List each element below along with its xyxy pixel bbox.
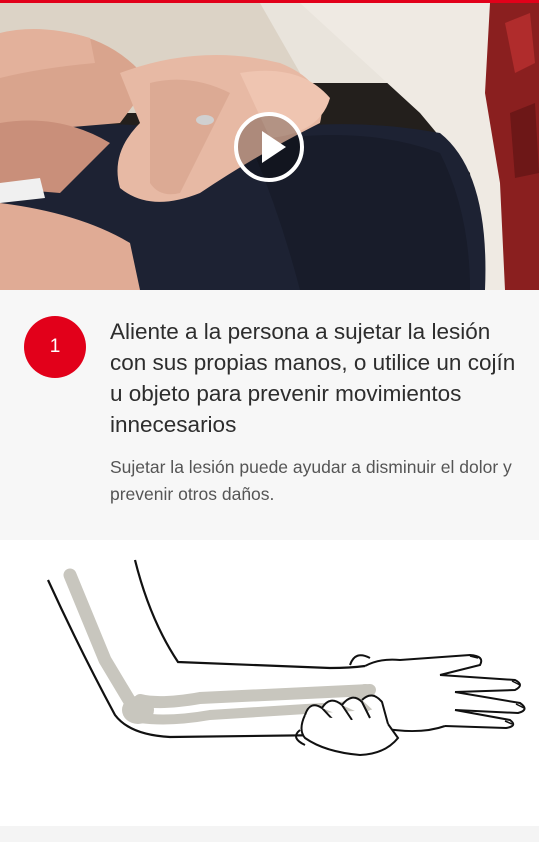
video-player[interactable] bbox=[0, 3, 539, 290]
arm-support-drawing bbox=[46, 559, 526, 757]
step-card: 1 Aliente a la persona a sujetar la lesi… bbox=[0, 290, 539, 540]
next-section-edge bbox=[0, 826, 539, 842]
step-description: Sujetar la lesión puede ayudar a disminu… bbox=[110, 457, 512, 504]
arm-illustration bbox=[0, 540, 539, 826]
play-icon bbox=[262, 131, 286, 163]
step-title: Aliente a la persona a sujetar la lesión… bbox=[110, 319, 516, 437]
step-number-badge: 1 bbox=[24, 316, 86, 378]
play-button[interactable] bbox=[234, 112, 304, 182]
